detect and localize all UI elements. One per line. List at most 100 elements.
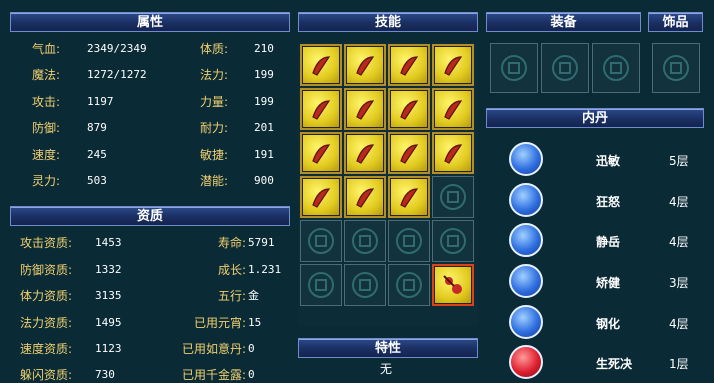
skill-slot[interactable] bbox=[300, 44, 342, 86]
empty-skill-slot[interactable] bbox=[300, 220, 342, 262]
attribute-value: 245 bbox=[87, 148, 107, 161]
aptitude-label: 成长: bbox=[217, 263, 246, 277]
figure-orb-icon bbox=[509, 223, 543, 257]
equipment-header: 装备 bbox=[486, 12, 641, 32]
aptitude-row: 攻击资质: 1453 bbox=[20, 236, 122, 250]
empty-slot-icon bbox=[603, 55, 629, 81]
skill-slot-selected[interactable] bbox=[432, 264, 474, 306]
neidan-row[interactable]: 迅敏 5层 bbox=[486, 142, 704, 180]
empty-skill-slot[interactable] bbox=[432, 220, 474, 262]
guard-skill-icon bbox=[312, 188, 331, 208]
empty-slot-icon bbox=[308, 272, 334, 298]
neidan-level: 4层 bbox=[669, 235, 689, 249]
neidan-row[interactable]: 矫健 3层 bbox=[486, 264, 704, 302]
monk-skill-icon bbox=[400, 144, 419, 164]
neidan-level: 3层 bbox=[669, 276, 689, 290]
aptitude-row: 法力资质: 1495 bbox=[20, 316, 122, 330]
aptitude-row: 体力资质: 3135 bbox=[20, 289, 122, 303]
attribute-row: 体质: 210 bbox=[200, 42, 274, 56]
skill-slot[interactable] bbox=[388, 88, 430, 130]
fire-skill-icon bbox=[356, 100, 375, 120]
skill-slot[interactable] bbox=[300, 132, 342, 174]
empty-slot-icon bbox=[396, 272, 422, 298]
aptitude-value: 0 bbox=[248, 342, 255, 355]
whip-skill-icon bbox=[444, 56, 463, 76]
skill-slot[interactable] bbox=[344, 88, 386, 130]
accessory-slot[interactable] bbox=[652, 43, 700, 93]
aptitude-value: 1.231 bbox=[248, 263, 282, 276]
attribute-label: 速度: bbox=[32, 148, 61, 162]
attribute-label: 魔法: bbox=[32, 68, 61, 82]
empty-slot-icon bbox=[352, 272, 378, 298]
attribute-value: 900 bbox=[254, 174, 274, 187]
equipment-slot-3[interactable] bbox=[592, 43, 640, 93]
aptitude-row: 已用元宵: 15 bbox=[158, 316, 261, 330]
aptitude-value: 1453 bbox=[95, 236, 122, 249]
attribute-value: 2349/2349 bbox=[87, 42, 147, 55]
skill-slot[interactable] bbox=[344, 176, 386, 218]
empty-slot-icon bbox=[352, 228, 378, 254]
skill-slot[interactable] bbox=[388, 44, 430, 86]
attribute-row: 速度: 245 bbox=[32, 148, 107, 162]
attribute-value: 503 bbox=[87, 174, 107, 187]
trait-header: 特性 bbox=[298, 338, 478, 358]
attribute-value: 191 bbox=[254, 148, 274, 161]
skill-slot[interactable] bbox=[432, 132, 474, 174]
skill-slot[interactable] bbox=[388, 132, 430, 174]
neidan-row[interactable]: 静岳 4层 bbox=[486, 223, 704, 261]
empty-skill-slot[interactable] bbox=[388, 264, 430, 306]
attributes-header: 属性 bbox=[10, 12, 290, 32]
neidan-name: 矫健 bbox=[596, 276, 621, 290]
aptitude-label: 五行: bbox=[217, 289, 246, 303]
aptitude-value: 1123 bbox=[95, 342, 122, 355]
orb-skill-icon bbox=[443, 275, 462, 294]
attribute-row: 耐力: 201 bbox=[200, 121, 274, 135]
equipment-slot-1[interactable] bbox=[490, 43, 538, 93]
empty-skill-slot[interactable] bbox=[344, 220, 386, 262]
sword-orb-icon bbox=[509, 183, 543, 217]
skill-slot[interactable] bbox=[300, 88, 342, 130]
attribute-label: 灵力: bbox=[32, 174, 61, 188]
attribute-row: 敏捷: 191 bbox=[200, 148, 274, 162]
empty-skill-slot[interactable] bbox=[388, 220, 430, 262]
aptitude-value: 730 bbox=[95, 368, 115, 381]
skill-slot[interactable] bbox=[432, 44, 474, 86]
empty-skill-slot[interactable] bbox=[432, 176, 474, 218]
owl-skill-icon bbox=[400, 188, 419, 208]
aptitude-label: 已用如意丹: bbox=[181, 342, 246, 356]
aptitude-value: 金 bbox=[248, 289, 259, 302]
attribute-row: 灵力: 503 bbox=[32, 174, 107, 188]
shield-orb-icon bbox=[509, 305, 543, 339]
skill-slot[interactable] bbox=[344, 44, 386, 86]
neidan-row[interactable]: 钢化 4层 bbox=[486, 305, 704, 343]
aptitude-row: 速度资质: 1123 bbox=[20, 342, 122, 356]
aptitude-label: 防御资质: bbox=[20, 263, 73, 277]
skill-slot[interactable] bbox=[344, 132, 386, 174]
neidan-row[interactable]: 生死决 1层 bbox=[486, 345, 704, 383]
attribute-label: 气血: bbox=[32, 42, 61, 56]
skill-slot[interactable] bbox=[388, 176, 430, 218]
attribute-row: 攻击: 1197 bbox=[32, 95, 114, 109]
attribute-label: 体质: bbox=[200, 42, 229, 56]
empty-slot-icon bbox=[552, 55, 578, 81]
attribute-value: 879 bbox=[87, 121, 107, 134]
aptitude-row: 已用千金露: 0 bbox=[158, 368, 255, 382]
attribute-label: 攻击: bbox=[32, 95, 61, 109]
equipment-slot-2[interactable] bbox=[541, 43, 589, 93]
empty-skill-slot[interactable] bbox=[344, 264, 386, 306]
attribute-value: 1197 bbox=[87, 95, 114, 108]
neidan-row[interactable]: 狂怒 4层 bbox=[486, 183, 704, 221]
skill-slot[interactable] bbox=[432, 88, 474, 130]
skill-slot[interactable] bbox=[300, 176, 342, 218]
empty-slot-icon bbox=[663, 55, 689, 81]
attribute-label: 潜能: bbox=[200, 174, 229, 188]
claw-orb-icon bbox=[509, 142, 543, 176]
serpent-skill-icon bbox=[312, 100, 331, 120]
neidan-name: 钢化 bbox=[596, 317, 621, 331]
aptitude-label: 攻击资质: bbox=[20, 236, 73, 250]
aptitude-row: 五行: 金 bbox=[158, 289, 259, 303]
aptitude-label: 法力资质: bbox=[20, 316, 73, 330]
attribute-row: 法力: 199 bbox=[200, 68, 274, 82]
aptitude-row: 躲闪资质: 730 bbox=[20, 368, 115, 382]
empty-skill-slot[interactable] bbox=[300, 264, 342, 306]
